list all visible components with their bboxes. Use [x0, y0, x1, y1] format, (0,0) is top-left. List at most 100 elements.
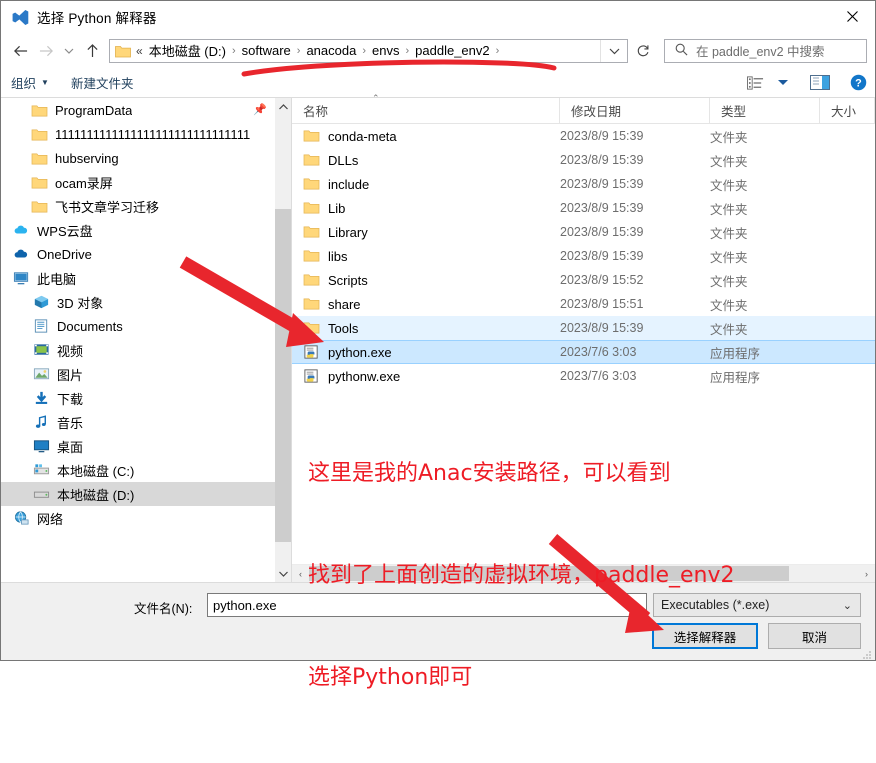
address-dropdown-button[interactable] [600, 39, 627, 62]
nav-item[interactable]: ocam录屏 [1, 170, 275, 194]
folder-icon [31, 152, 47, 164]
folder-icon [29, 100, 49, 120]
recent-locations-button[interactable] [59, 38, 79, 64]
nav-item[interactable]: hubserving [1, 146, 275, 170]
cloud-onedrive-icon [14, 249, 27, 258]
nav-item-label: 飞书文章学习迁移 [55, 199, 160, 215]
file-name-cell: Scripts [292, 272, 560, 288]
drive-icon [31, 484, 51, 504]
hscroll-right-arrow[interactable]: › [858, 569, 875, 579]
file-date-cell: 2023/8/9 15:39 [560, 177, 644, 191]
folder-icon [303, 250, 320, 262]
column-header-date[interactable]: 修改日期 [560, 98, 710, 123]
folder-icon [303, 322, 320, 334]
nav-item-label: Documents [57, 318, 123, 334]
annotation-note: 这里是我的Anac安装路径，可以看到 找到了上面创造的虚拟环境，paddle_e… [308, 389, 735, 763]
forward-button[interactable] [33, 38, 59, 64]
new-folder-button[interactable]: 新建文件夹 [71, 73, 134, 92]
folder-icon [29, 148, 49, 168]
search-input[interactable]: 在 paddle_env2 中搜索 [664, 38, 867, 63]
breadcrumb-sep[interactable]: › [294, 45, 304, 57]
nav-item[interactable]: 视频 [1, 338, 275, 362]
breadcrumb-sep[interactable]: › [493, 45, 503, 57]
column-header-type[interactable]: 类型 [710, 98, 820, 123]
nav-item[interactable]: 下载 [1, 386, 275, 410]
table-row[interactable]: conda-meta 2023/8/9 15:39 文件夹 [292, 124, 875, 148]
table-row[interactable]: DLLs 2023/8/9 15:39 文件夹 [292, 148, 875, 172]
nav-item[interactable]: 音乐 [1, 410, 275, 434]
breadcrumb-item-3[interactable]: envs [369, 42, 402, 59]
chevron-down-icon[interactable]: ⌄ [843, 599, 852, 612]
table-row[interactable]: Tools 2023/8/9 15:39 文件夹 [292, 316, 875, 340]
refresh-button[interactable] [628, 38, 658, 64]
nav-item[interactable]: Documents [1, 314, 275, 338]
folder-icon [303, 272, 321, 288]
python-exe-icon [303, 368, 321, 384]
file-name-label: Tools [328, 320, 359, 336]
column-header-size[interactable]: 大小 [820, 98, 875, 123]
file-type-cell: 文件夹 [710, 322, 748, 337]
table-row[interactable]: include 2023/8/9 15:39 文件夹 [292, 172, 875, 196]
folder-icon [303, 176, 321, 192]
organize-button[interactable]: 组织 ▼ [11, 73, 49, 92]
pin-icon[interactable]: 📌 [253, 103, 267, 116]
breadcrumb-item-1[interactable]: software [239, 42, 294, 59]
breadcrumb-sep[interactable]: › [402, 45, 412, 57]
file-name-cell: include [292, 176, 560, 192]
cloud-wps-icon [11, 220, 31, 240]
nav-item[interactable]: 1111111111111111111111111111111 [1, 122, 275, 146]
table-row[interactable]: Scripts 2023/8/9 15:52 文件夹 [292, 268, 875, 292]
back-button[interactable] [7, 38, 33, 64]
nav-item[interactable]: 网络 [1, 506, 275, 530]
up-button[interactable] [79, 38, 105, 64]
scrollbar-thumb[interactable] [275, 209, 291, 542]
nav-item-label: 本地磁盘 (C:) [57, 463, 135, 479]
breadcrumb-sep[interactable]: › [359, 45, 369, 57]
nav-item[interactable]: WPS云盘 [1, 218, 275, 242]
preview-pane-icon[interactable] [810, 75, 830, 90]
scroll-up-arrow[interactable] [275, 98, 291, 115]
table-row[interactable]: Library 2023/8/9 15:39 文件夹 [292, 220, 875, 244]
file-name-label: include [328, 176, 370, 192]
nav-item[interactable]: 本地磁盘 (C:) [1, 458, 275, 482]
column-header-name[interactable]: ⌃ 名称 [292, 93, 560, 123]
nav-item[interactable]: 本地磁盘 (D:) [1, 482, 275, 506]
help-icon[interactable]: ? [850, 74, 867, 91]
table-row[interactable]: python.exe 2023/7/6 3:03 应用程序 [292, 340, 875, 364]
nav-item[interactable]: 飞书文章学习迁移 [1, 194, 275, 218]
nav-item[interactable]: 桌面 [1, 434, 275, 458]
nav-item[interactable]: 图片 [1, 362, 275, 386]
table-row[interactable]: share 2023/8/9 15:51 文件夹 [292, 292, 875, 316]
file-name-label: share [328, 296, 361, 312]
navigation-scrollbar[interactable] [275, 98, 291, 582]
navigation-list: ProgramData 📌 1111111111111111111111111111… [1, 98, 275, 582]
breadcrumb-item-0[interactable]: 本地磁盘 (D:) [146, 40, 229, 61]
resize-grip[interactable] [862, 648, 872, 659]
table-row[interactable]: Lib 2023/8/9 15:39 文件夹 [292, 196, 875, 220]
title-bar: 选择 Python 解释器 [1, 1, 875, 33]
nav-item[interactable]: OneDrive [1, 242, 275, 266]
view-list-icon[interactable] [747, 75, 764, 90]
view-dropdown-caret[interactable] [778, 79, 788, 86]
table-row[interactable]: libs 2023/8/9 15:39 文件夹 [292, 244, 875, 268]
table-row[interactable]: pythonw.exe 2023/7/6 3:03 应用程序 [292, 364, 875, 388]
nav-item[interactable]: ProgramData 📌 [1, 98, 275, 122]
chevron-down-icon [278, 571, 288, 577]
hscroll-left-arrow[interactable]: ‹ [292, 569, 309, 579]
cancel-button[interactable]: 取消 [768, 623, 861, 649]
address-bar[interactable]: « 本地磁盘 (D:) › software › anacoda › envs … [109, 38, 628, 63]
file-type-cell: 应用程序 [710, 346, 761, 361]
nav-item[interactable]: 此电脑 [1, 266, 275, 290]
close-button[interactable] [829, 1, 875, 32]
file-type-cell: 文件夹 [710, 202, 748, 217]
folder-icon [303, 248, 321, 264]
breadcrumb-item-2[interactable]: anacoda [303, 42, 359, 59]
breadcrumb-overflow[interactable]: « [135, 44, 146, 58]
file-name-cell: conda-meta [292, 128, 560, 144]
pictures-icon [33, 368, 49, 380]
nav-item[interactable]: 3D 对象 [1, 290, 275, 314]
file-name-cell: Lib [292, 200, 560, 216]
breadcrumb-sep[interactable]: › [229, 45, 239, 57]
scroll-down-arrow[interactable] [275, 565, 291, 582]
breadcrumb-item-4[interactable]: paddle_env2 [412, 42, 492, 59]
